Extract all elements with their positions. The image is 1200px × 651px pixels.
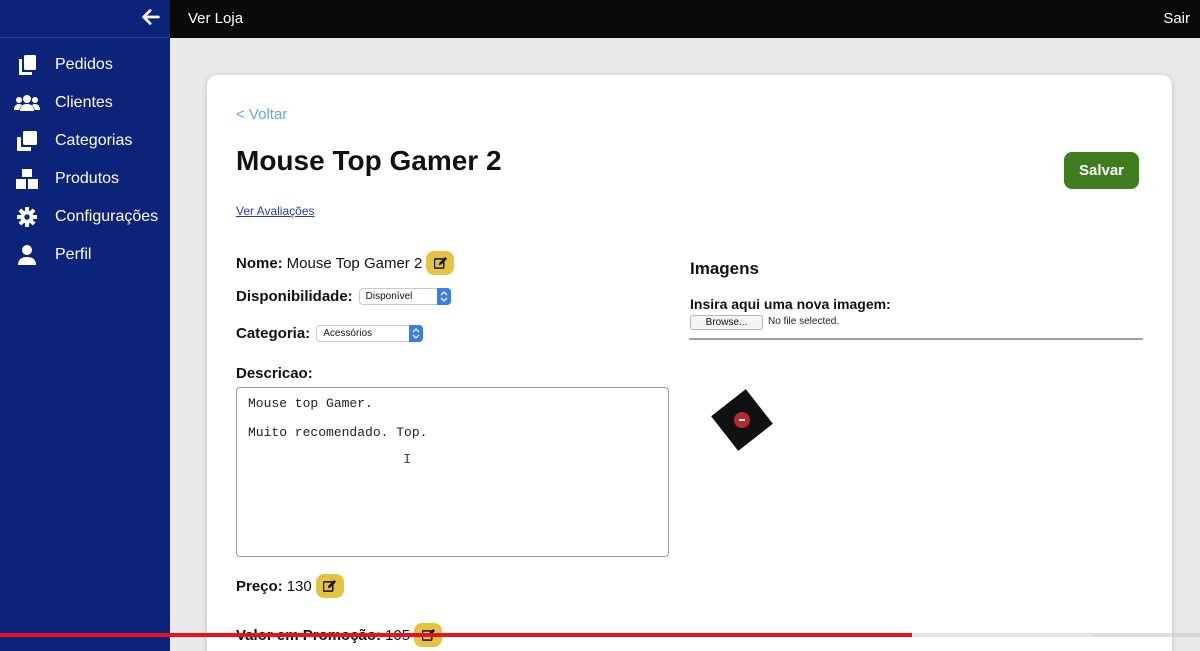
name-field: Nome: Mouse Top Gamer 2 xyxy=(236,251,455,275)
text-cursor-icon: I xyxy=(403,452,412,468)
images-divider xyxy=(689,338,1143,340)
sidebar-item-label: Produtos xyxy=(55,170,120,187)
logout-link[interactable]: Sair xyxy=(1163,10,1190,27)
sidebar-item-clientes[interactable]: Clientes xyxy=(0,84,170,122)
back-link[interactable]: < Voltar xyxy=(236,106,287,123)
edit-icon xyxy=(433,256,447,269)
price-label: Preço: xyxy=(236,577,283,595)
view-store-link[interactable]: Ver Loja xyxy=(188,10,243,27)
sidebar-item-label: Configurações xyxy=(55,208,159,225)
edit-name-button[interactable] xyxy=(426,251,455,275)
description-label: Descricao: xyxy=(236,365,313,382)
product-card: < Voltar Mouse Top Gamer 2 Salvar Ver Av… xyxy=(207,75,1172,651)
view-reviews-link[interactable]: Ver Avaliações xyxy=(236,204,315,218)
name-value: Mouse Top Gamer 2 xyxy=(286,254,423,272)
copy-icon xyxy=(14,54,40,76)
category-value: Acessórios xyxy=(323,328,373,339)
user-icon xyxy=(14,244,40,266)
video-progress-fill xyxy=(0,633,912,637)
sidebar-header xyxy=(0,0,170,38)
sidebar-item-categorias[interactable]: Categorias xyxy=(0,122,170,160)
product-image[interactable] xyxy=(707,385,777,455)
category-select[interactable]: Acessórios xyxy=(316,325,424,342)
sidebar-item-label: Pedidos xyxy=(55,56,113,73)
sidebar-item-label: Categorias xyxy=(55,132,133,149)
sidebar-item-label: Perfil xyxy=(55,246,92,263)
file-status: No file selected. xyxy=(768,316,840,327)
price-value: 130 xyxy=(286,577,312,595)
arrow-left-icon[interactable] xyxy=(140,6,162,28)
availability-field: Disponibilidade: Disponível xyxy=(236,288,451,305)
edit-icon xyxy=(323,579,337,592)
video-progress-bar[interactable] xyxy=(0,633,1200,637)
name-label: Nome: xyxy=(236,254,283,272)
upload-label: Insira aqui uma nova imagem: xyxy=(690,296,891,312)
browse-button[interactable]: Browse... xyxy=(690,315,763,330)
images-title: Imagens xyxy=(690,259,759,278)
save-button[interactable]: Salvar xyxy=(1064,152,1139,189)
sidebar-item-label: Clientes xyxy=(55,94,113,111)
description-textarea[interactable]: Mouse top Gamer. Muito recomendado. Top.… xyxy=(236,387,669,557)
sidebar-item-pedidos[interactable]: Pedidos xyxy=(0,46,170,84)
sidebar: Pedidos Clientes Categorias Produtos Con… xyxy=(0,0,170,651)
description-line: Muito recomendado. Top. xyxy=(248,425,428,440)
topbar: Ver Loja Sair xyxy=(170,0,1200,38)
select-arrows-icon xyxy=(436,288,451,305)
sidebar-item-configuracoes[interactable]: Configurações xyxy=(0,198,170,236)
price-field: Preço: 130 xyxy=(236,574,344,598)
clone-icon xyxy=(14,130,40,152)
gear-icon xyxy=(14,206,40,228)
sidebar-item-perfil[interactable]: Perfil xyxy=(0,236,170,274)
availability-label: Disponibilidade: xyxy=(236,288,353,305)
category-field: Categoria: Acessórios xyxy=(236,325,424,342)
availability-select[interactable]: Disponível xyxy=(358,288,451,305)
category-label: Categoria: xyxy=(236,325,311,342)
sidebar-item-produtos[interactable]: Produtos xyxy=(0,160,170,198)
description-line: Mouse top Gamer. xyxy=(248,396,373,411)
availability-value: Disponível xyxy=(365,291,413,302)
select-arrows-icon xyxy=(409,325,424,342)
edit-price-button[interactable] xyxy=(315,574,344,598)
boxes-icon xyxy=(14,168,40,190)
page-title: Mouse Top Gamer 2 xyxy=(236,145,502,176)
sidebar-nav: Pedidos Clientes Categorias Produtos Con… xyxy=(0,46,170,274)
users-icon xyxy=(14,92,40,114)
